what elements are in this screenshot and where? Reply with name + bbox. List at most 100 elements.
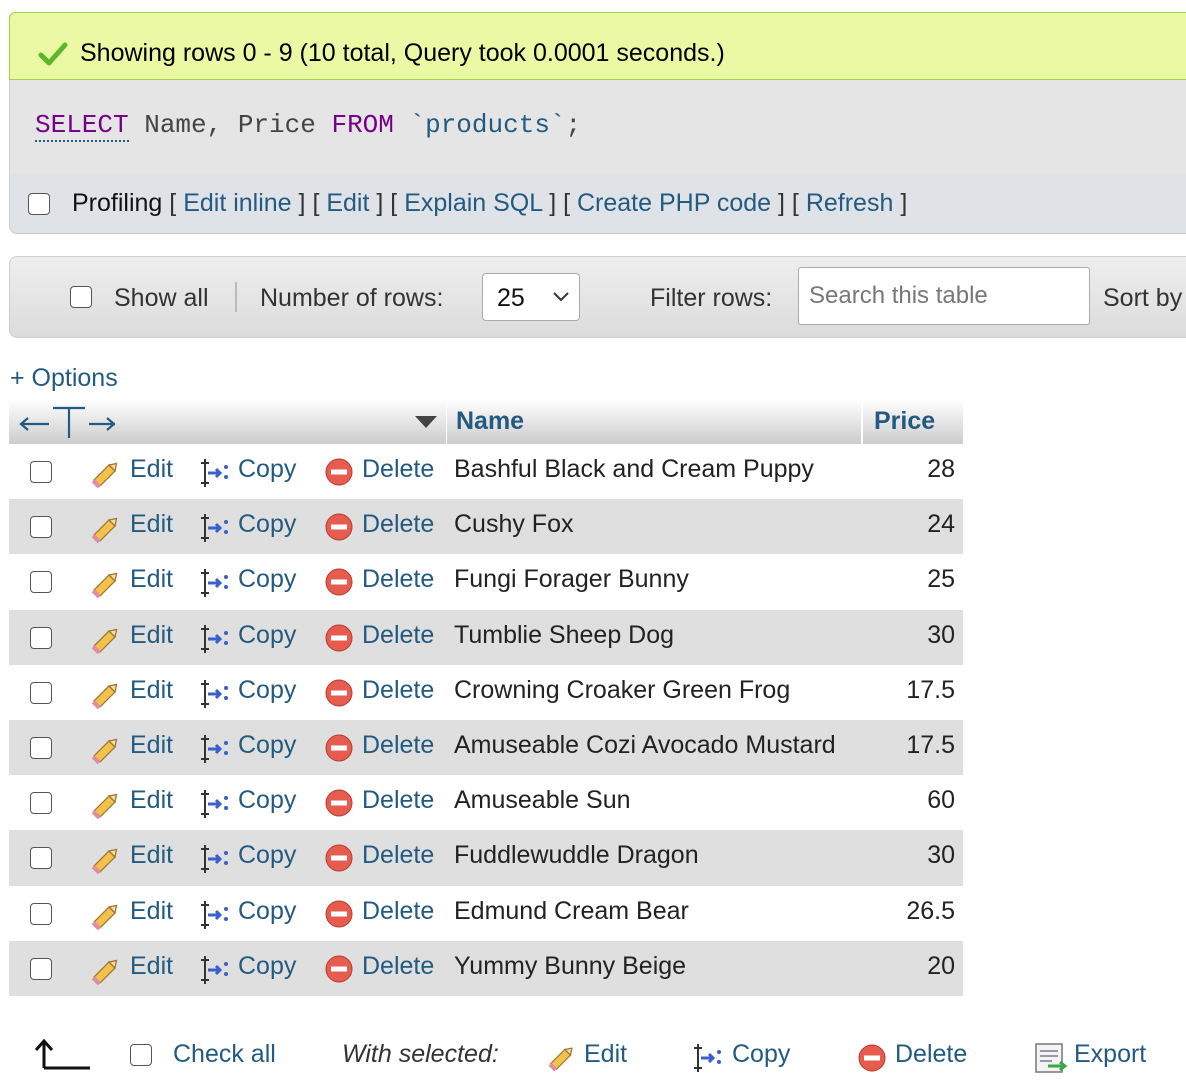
row-copy-link[interactable]: Copy xyxy=(238,731,296,760)
cell-price[interactable]: 20 xyxy=(927,952,955,981)
pencil-icon[interactable] xyxy=(89,733,123,772)
row-checkbox[interactable] xyxy=(30,681,52,704)
pencil-icon[interactable] xyxy=(89,899,123,938)
row-delete-link[interactable]: Delete xyxy=(362,786,434,815)
pencil-icon[interactable] xyxy=(89,512,123,551)
cell-price[interactable]: 30 xyxy=(927,841,955,870)
check-all-label[interactable]: Check all xyxy=(173,1040,276,1069)
bulk-copy-button[interactable]: Copy xyxy=(732,1040,790,1069)
pencil-icon[interactable] xyxy=(89,567,123,606)
row-checkbox[interactable] xyxy=(30,902,52,925)
delete-icon[interactable] xyxy=(325,624,353,657)
sort-arrow-icon[interactable] xyxy=(415,416,437,429)
delete-icon[interactable] xyxy=(325,679,353,712)
row-delete-link[interactable]: Delete xyxy=(362,841,434,870)
table-row[interactable]: Edit Copy Delete Crowning Croaker Green Fro… xyxy=(9,664,963,720)
row-edit-link[interactable]: Edit xyxy=(130,510,173,539)
row-edit-link[interactable]: Edit xyxy=(130,455,173,484)
copy-icon[interactable] xyxy=(199,843,233,880)
cell-name[interactable]: Cushy Fox xyxy=(454,510,573,539)
delete-icon[interactable] xyxy=(325,955,353,988)
row-edit-link[interactable]: Edit xyxy=(130,786,173,815)
copy-icon[interactable] xyxy=(199,788,233,825)
column-resize-icon[interactable] xyxy=(19,404,115,440)
delete-icon[interactable] xyxy=(325,734,353,767)
delete-icon[interactable] xyxy=(325,789,353,822)
bulk-delete-button[interactable]: Delete xyxy=(895,1040,967,1069)
row-edit-link[interactable]: Edit xyxy=(130,621,173,650)
create-php-code-link[interactable]: Create PHP code xyxy=(577,189,771,217)
row-checkbox[interactable] xyxy=(30,461,52,483)
pencil-icon[interactable] xyxy=(89,457,123,496)
delete-icon[interactable] xyxy=(325,458,353,491)
row-copy-link[interactable]: Copy xyxy=(238,786,296,815)
row-delete-link[interactable]: Delete xyxy=(362,455,434,484)
row-copy-link[interactable]: Copy xyxy=(238,841,296,870)
copy-icon[interactable] xyxy=(199,567,233,604)
row-checkbox[interactable] xyxy=(30,736,52,759)
table-row[interactable]: Edit Copy Delete Yummy Bunny Beige 20 xyxy=(9,940,963,996)
row-delete-link[interactable]: Delete xyxy=(362,621,434,650)
row-delete-link[interactable]: Delete xyxy=(362,731,434,760)
row-copy-link[interactable]: Copy xyxy=(238,676,296,705)
column-header-price[interactable]: Price xyxy=(861,400,965,444)
pencil-icon[interactable] xyxy=(89,788,123,827)
profiling-checkbox[interactable] xyxy=(28,193,50,215)
row-copy-link[interactable]: Copy xyxy=(238,952,296,981)
row-copy-link[interactable]: Copy xyxy=(238,455,296,484)
explain-sql-link[interactable]: Explain SQL xyxy=(404,189,542,217)
row-checkbox[interactable] xyxy=(30,571,52,594)
table-row[interactable]: Edit Copy Delete Bashful Black and Cream Pu… xyxy=(9,444,963,500)
check-all-checkbox[interactable] xyxy=(130,1044,152,1066)
row-checkbox[interactable] xyxy=(30,516,52,539)
row-delete-link[interactable]: Delete xyxy=(362,510,434,539)
copy-icon[interactable] xyxy=(199,512,233,549)
sql-keyword-select[interactable]: SELECT xyxy=(35,110,129,142)
copy-icon[interactable] xyxy=(199,623,233,660)
bulk-edit-button[interactable]: Edit xyxy=(584,1040,627,1069)
row-checkbox[interactable] xyxy=(30,792,52,815)
row-checkbox[interactable] xyxy=(30,957,52,980)
delete-icon[interactable] xyxy=(325,844,353,877)
cell-name[interactable]: Edmund Cream Bear xyxy=(454,897,689,926)
table-row[interactable]: Edit Copy Delete Amuseable Cozi Avocado Mus… xyxy=(9,719,963,776)
profiling-label[interactable]: Profiling xyxy=(72,189,162,217)
cell-price[interactable]: 25 xyxy=(927,565,955,594)
cell-name[interactable]: Yummy Bunny Beige xyxy=(454,952,686,981)
delete-icon[interactable] xyxy=(325,513,353,546)
copy-icon[interactable] xyxy=(199,733,233,770)
cell-name[interactable]: Amuseable Sun xyxy=(454,786,631,815)
cell-name[interactable]: Fuddlewuddle Dragon xyxy=(454,841,699,870)
pencil-icon[interactable] xyxy=(89,678,123,717)
pencil-icon[interactable] xyxy=(89,954,123,993)
row-delete-link[interactable]: Delete xyxy=(362,952,434,981)
cell-price[interactable]: 17.5 xyxy=(906,731,955,760)
row-delete-link[interactable]: Delete xyxy=(362,897,434,926)
table-row[interactable]: Edit Copy Delete Amuseable Sun 60 xyxy=(9,775,963,831)
table-row[interactable]: Edit Copy Delete Cushy Fox 24 xyxy=(9,499,963,555)
pencil-icon[interactable] xyxy=(89,623,123,662)
copy-icon[interactable] xyxy=(199,678,233,715)
row-edit-link[interactable]: Edit xyxy=(130,676,173,705)
row-copy-link[interactable]: Copy xyxy=(238,621,296,650)
cell-name[interactable]: Bashful Black and Cream Puppy xyxy=(454,455,814,484)
delete-icon[interactable] xyxy=(325,568,353,601)
row-checkbox[interactable] xyxy=(30,626,52,649)
cell-price[interactable]: 17.5 xyxy=(906,676,955,705)
row-edit-link[interactable]: Edit xyxy=(130,897,173,926)
cell-price[interactable]: 30 xyxy=(927,621,955,650)
cell-price[interactable]: 26.5 xyxy=(906,897,955,926)
copy-icon[interactable] xyxy=(199,457,233,494)
copy-icon[interactable] xyxy=(199,954,233,991)
pencil-icon[interactable] xyxy=(89,843,123,882)
bulk-export-button[interactable]: Export xyxy=(1074,1040,1146,1069)
row-checkbox[interactable] xyxy=(30,847,52,870)
options-toggle[interactable]: + Options xyxy=(10,364,118,393)
cell-name[interactable]: Crowning Croaker Green Frog xyxy=(454,676,790,705)
table-row[interactable]: Edit Copy Delete Fungi Forager Bunny 25 xyxy=(9,554,963,610)
cell-price[interactable]: 24 xyxy=(927,510,955,539)
table-row[interactable]: Edit Copy Delete Tumblie Sheep Dog 30 xyxy=(9,609,963,665)
edit-inline-link[interactable]: Edit inline xyxy=(183,189,291,217)
edit-link[interactable]: Edit xyxy=(326,189,369,217)
row-delete-link[interactable]: Delete xyxy=(362,565,434,594)
